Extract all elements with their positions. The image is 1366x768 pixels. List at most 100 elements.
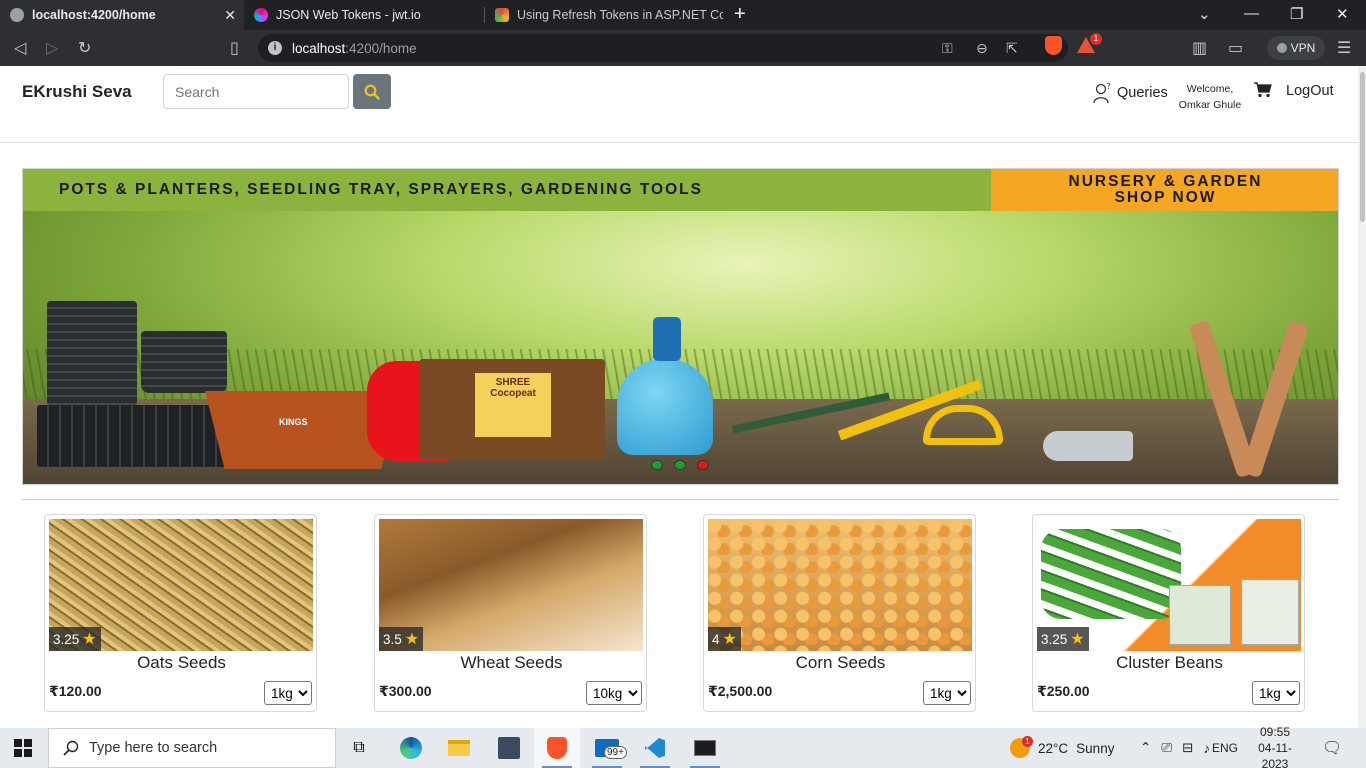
queries-link[interactable]: ? Queries [1093,82,1168,104]
folder-icon [448,740,470,756]
file-explorer-app[interactable] [436,728,482,768]
ssms-app[interactable] [486,728,532,768]
planter-brand-label: KINGS [279,417,308,427]
task-view-button[interactable]: ⧉ [336,728,382,768]
search-icon [63,740,79,756]
shop-now-link[interactable]: NURSERY & GARDEN SHOP NOW [991,169,1338,211]
tab-jwt[interactable]: JSON Web Tokens - jwt.io [244,0,484,30]
cocopeat-brand: SHREE [495,377,531,388]
product-card[interactable]: 3.5 ★ Wheat Seeds ₹300.00 10kg [374,514,647,712]
edge-app[interactable] [388,728,434,768]
tab-refresh-tokens[interactable]: Using Refresh Tokens in ASP.NET Core [485,0,723,30]
carousel-indicator-3[interactable] [697,460,709,470]
globe-icon [10,8,24,22]
sidebar-icon[interactable]: ▥ [1192,38,1207,58]
product-name[interactable]: Cluster Beans [1033,653,1306,673]
close-window-icon[interactable]: ✕ [1336,5,1349,23]
star-icon: ★ [722,631,737,648]
volume-icon[interactable]: ♪ [1203,741,1210,756]
pots-stack-image [141,331,227,393]
menu-icon[interactable]: ☰ [1337,38,1351,58]
language-indicator[interactable]: ENG [1212,728,1238,768]
cart-button[interactable] [1254,82,1272,103]
rating-value: 3.25 [1041,631,1068,647]
network-icon[interactable]: ⊟ [1182,740,1193,756]
section-divider [22,499,1339,500]
scrollbar-thumb[interactable] [1360,72,1365,222]
vscode-app[interactable] [632,728,678,768]
tab-localhost[interactable]: localhost:4200/home ✕ [0,0,244,30]
web-page: EKrushi Seva ? Queries Welcome, Omkar Gh… [0,66,1358,728]
welcome-text: Welcome, Omkar Ghule [1173,81,1247,113]
banner-heading: POTS & PLANTERS, SEEDLING TRAY, SPRAYERS… [23,169,991,211]
mail-app[interactable]: 99+ [584,728,630,768]
reload-icon[interactable]: ↻ [78,38,91,58]
carousel-indicator-1[interactable] [651,460,663,470]
star-icon: ★ [82,631,97,648]
restore-icon[interactable]: ❐ [1290,5,1303,23]
key-icon[interactable]: ⚿ [942,40,953,57]
corn-image[interactable] [708,519,972,651]
back-icon[interactable]: ◁ [14,38,26,58]
ssms-icon [498,737,520,759]
address-bar[interactable]: i localhost:4200/home ⚿ ⊖ ⇱ [258,34,1068,62]
tab-title: Using Refresh Tokens in ASP.NET Core [517,8,723,22]
terminal-icon [694,740,716,756]
start-button[interactable] [0,728,46,768]
quantity-select[interactable]: 10kg [586,681,642,705]
clock-date: 04-11-2023 [1258,741,1292,768]
weather-text: Sunny [1076,740,1115,756]
product-card[interactable]: 4 ★ Corn Seeds ₹2,500.00 1kg [703,514,976,712]
cart-icon [1254,82,1272,98]
taskbar-search-placeholder: Type here to search [89,740,218,756]
quantity-select[interactable]: 1kg [264,681,312,705]
quantity-select[interactable]: 1kg [1252,681,1300,705]
taskbar-search[interactable]: Type here to search [48,728,336,768]
weather-badge: 1 [1022,736,1033,747]
product-name[interactable]: Wheat Seeds [375,653,648,673]
edge-icon [400,737,422,759]
meet-now-icon[interactable]: ⎚ [1161,740,1172,756]
bookmark-icon[interactable]: ▯ [230,38,239,58]
user-question-icon: ? [1093,82,1111,104]
vpn-label: VPN [1290,41,1316,55]
weather-widget[interactable]: 1 22°C Sunny [1010,728,1114,768]
notifications-button[interactable]: 🗨 [1322,728,1342,768]
rating-value: 3.25 [53,631,80,647]
zoom-icon[interactable]: ⊖ [976,40,988,57]
cta-line-1: NURSERY & GARDEN [1068,173,1263,190]
rating-badge: 3.25 ★ [1037,627,1089,651]
clock-time: 09:55 [1259,725,1291,739]
product-name[interactable]: Oats Seeds [45,653,318,673]
brave-shields-icon[interactable] [1045,36,1062,55]
vpn-button[interactable]: VPN [1267,36,1325,60]
brave-app[interactable] [534,728,580,768]
vscode-icon [645,738,665,758]
new-tab-icon[interactable]: + [734,4,746,24]
search-input[interactable] [163,74,349,109]
search-button[interactable] [353,74,391,109]
promo-carousel[interactable]: POTS & PLANTERS, SEEDLING TRAY, SPRAYERS… [22,168,1339,485]
mail-badge: 99+ [604,746,627,759]
terminal-app[interactable] [682,728,728,768]
product-price: ₹300.00 [379,683,432,699]
wallet-icon[interactable]: ▭ [1228,38,1243,58]
site-info-icon[interactable]: i [268,41,282,55]
product-card[interactable]: 3.25 ★ Cluster Beans ₹250.00 1kg [1032,514,1305,712]
product-price: ₹2,500.00 [708,683,773,699]
clock[interactable]: 09:55 04-11-2023 [1248,725,1302,768]
welcome-greeting: Welcome, [1186,83,1234,95]
logout-link[interactable]: LogOut [1286,83,1334,99]
carousel-indicator-2[interactable] [674,460,686,470]
forward-icon[interactable]: ▷ [46,38,58,58]
minimize-icon[interactable]: — [1244,5,1259,22]
beans-illustration [1041,529,1181,619]
share-icon[interactable]: ⇱ [1006,40,1018,57]
product-name[interactable]: Corn Seeds [704,653,977,673]
quantity-select[interactable]: 1kg [923,681,971,705]
brand-logo[interactable]: EKrushi Seva [22,82,132,102]
show-hidden-icons-icon[interactable]: ⌃ [1140,740,1151,756]
product-card[interactable]: 3.25 ★ Oats Seeds ₹120.00 1kg [44,514,317,712]
tab-search-chevron-icon[interactable]: ⌄ [1198,5,1211,23]
close-tab-icon[interactable]: ✕ [224,7,236,24]
